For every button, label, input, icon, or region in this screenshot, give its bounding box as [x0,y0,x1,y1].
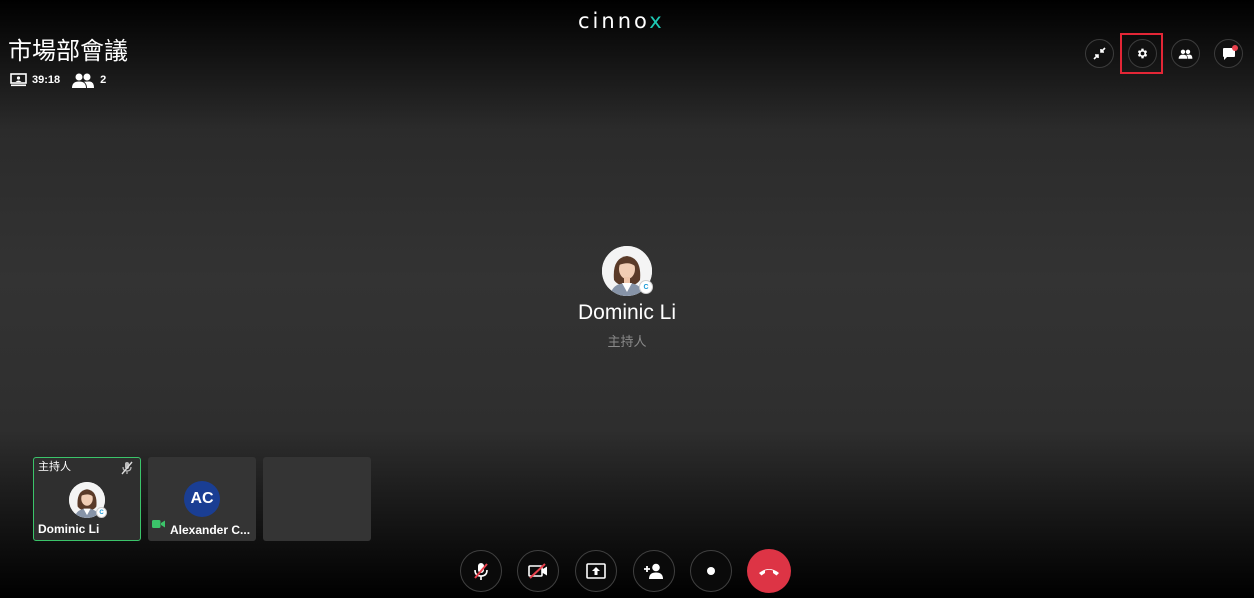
cinnox-badge-icon: C [96,507,107,518]
participants-button[interactable] [1171,39,1200,68]
people-icon [1178,49,1193,59]
cinnox-badge-icon: C [639,280,653,294]
host-label: 主持人 [38,461,71,473]
active-speaker: C Dominic Li 主持人 [527,246,727,350]
end-call-button[interactable] [747,549,791,593]
notification-dot [1232,45,1238,51]
initials-avatar: AC [184,481,220,517]
speaker-avatar: C [602,246,653,296]
presentation-icon [8,72,28,88]
hang-up-icon [759,569,779,576]
speaker-role: 主持人 [607,334,647,349]
tile-name: Alexander C... [170,523,251,537]
participant-tile[interactable]: 主持人 C Dominic Li [33,457,141,541]
participant-tile[interactable]: AC Alexander C... [148,457,256,541]
share-screen-button[interactable] [575,550,617,592]
collapse-view-button[interactable] [1085,39,1114,68]
mic-off-icon [474,563,488,580]
collapse-icon [1093,47,1106,60]
chat-button[interactable] [1214,39,1243,68]
speaker-name: Dominic Li [577,301,677,324]
tile-avatar: C [69,482,107,518]
meeting-meta: 39:18 2 [8,72,116,88]
participant-count: 2 [100,74,107,86]
camera-on-icon [152,516,165,534]
video-off-icon [528,563,547,579]
gear-icon [1137,48,1148,59]
mute-button[interactable] [460,550,502,592]
settings-button[interactable] [1128,39,1157,68]
tile-name: Dominic Li [38,522,100,536]
record-icon [707,567,715,575]
video-button[interactable] [517,550,559,592]
add-participant-button[interactable] [633,550,675,592]
mic-muted-icon [121,461,133,480]
meeting-title: 市場部會議 [8,38,128,65]
cinnox-logo: cinnox [578,9,665,33]
empty-tile [263,457,371,541]
people-icon [70,72,96,88]
record-button[interactable] [690,550,732,592]
meeting-duration: 39:18 [32,74,61,86]
add-person-icon [644,563,663,579]
share-screen-icon [586,563,606,579]
